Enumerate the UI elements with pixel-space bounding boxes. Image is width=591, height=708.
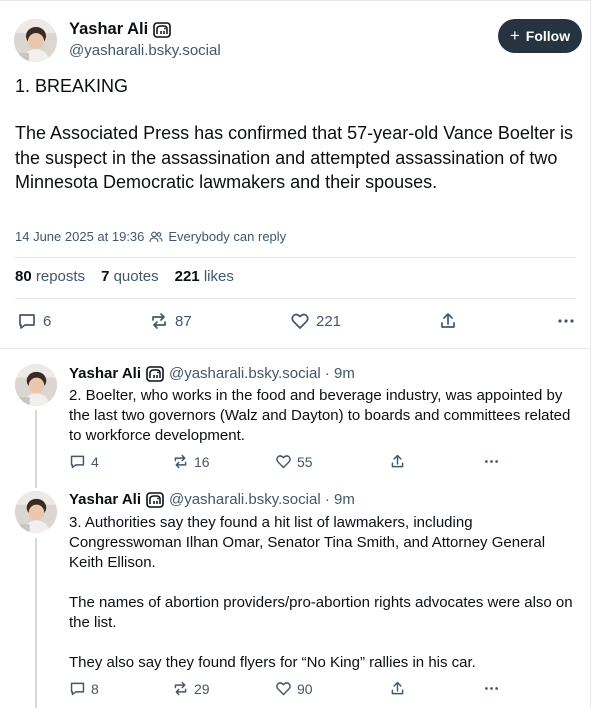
repost-button[interactable]: 29	[172, 680, 210, 697]
reply-bubble-icon	[70, 682, 85, 696]
reply-author-name[interactable]: Yashar Ali	[69, 491, 141, 508]
reply-paragraph: They also say they found flyers for “No …	[69, 654, 476, 671]
reply-text: 2. Boelter, who works in the food and be…	[69, 386, 579, 446]
thread-line	[35, 538, 37, 708]
reply-text: 3. Authorities say they found a hit list…	[69, 513, 579, 673]
share-button[interactable]	[389, 680, 406, 697]
avatar-photo	[15, 364, 57, 406]
reply-count: 4	[91, 453, 99, 470]
reposts-label: reposts	[35, 268, 86, 285]
post-actions: 6 87 221	[15, 311, 576, 335]
follow-button[interactable]: + Follow	[498, 19, 582, 53]
reply-paragraph: The names of abortion providers/pro-abor…	[69, 594, 573, 631]
more-button[interactable]	[556, 311, 576, 331]
divider	[15, 257, 576, 258]
plus-icon: +	[509, 26, 520, 45]
post-timestamp[interactable]: 14 June 2025 at 19:36	[15, 229, 144, 244]
repost-count: 16	[194, 453, 210, 470]
like-count: 221	[316, 312, 342, 330]
repost-arrows-icon	[174, 681, 187, 696]
share-icon	[441, 313, 455, 328]
repost-arrows-icon	[152, 313, 166, 329]
divider	[0, 348, 591, 349]
post-thread-view: Yashar Ali @yasharali.bsky.social + Foll…	[0, 0, 591, 708]
reply-bubble-icon	[70, 455, 85, 469]
repost-button[interactable]: 16	[172, 453, 210, 470]
more-button[interactable]	[483, 453, 500, 470]
reply-button[interactable]: 8	[69, 680, 99, 697]
repost-count: 87	[175, 312, 192, 330]
likes-stat[interactable]: 221 likes	[175, 268, 234, 285]
thread-line	[35, 410, 37, 488]
share-button[interactable]	[438, 311, 458, 331]
post-meta: 14 June 2025 at 19:36 Everybody can repl…	[15, 229, 286, 244]
like-count: 55	[297, 453, 313, 470]
more-dots-icon	[485, 687, 498, 690]
reply-setting[interactable]: Everybody can reply	[168, 229, 286, 244]
people-icon	[149, 231, 163, 242]
share-button[interactable]	[389, 453, 406, 470]
reply-actions: 8 29 90	[69, 680, 509, 700]
share-icon	[391, 454, 404, 468]
reply-author-handle[interactable]: @yasharali.bsky.social · 9m	[169, 491, 355, 508]
heart-icon	[276, 682, 291, 696]
author-name[interactable]: Yashar Ali	[69, 20, 171, 39]
reply-count: 6	[43, 312, 52, 330]
reply-button[interactable]: 4	[69, 453, 99, 470]
divider	[15, 298, 576, 299]
follow-button-label: Follow	[525, 28, 571, 44]
quotes-label: quotes	[113, 268, 159, 285]
likes-label: likes	[203, 268, 234, 285]
reply-author-name[interactable]: Yashar Ali	[69, 365, 141, 382]
reply-header: Yashar Ali @yasharali.bsky.social · 9m	[69, 491, 355, 508]
repost-arrows-icon	[174, 454, 187, 469]
reply-count: 8	[91, 680, 99, 697]
elephant-icon	[146, 491, 164, 508]
avatar-photo	[15, 491, 57, 533]
like-button[interactable]: 90	[275, 680, 313, 697]
like-count: 90	[297, 680, 313, 697]
share-icon	[391, 681, 404, 695]
reply-button[interactable]: 6	[17, 311, 51, 331]
reply-bubble-icon	[19, 314, 35, 329]
reposts-count: 80	[15, 268, 32, 285]
more-dots-icon	[558, 319, 574, 323]
reply-actions: 4 16 55	[69, 453, 509, 473]
author-name-text[interactable]: Yashar Ali	[69, 20, 148, 39]
repost-count: 29	[194, 680, 210, 697]
top-border	[0, 0, 591, 1]
reply-header: Yashar Ali @yasharali.bsky.social · 9m	[69, 365, 355, 382]
avatar[interactable]	[15, 491, 57, 533]
heart-icon	[291, 313, 309, 329]
more-dots-icon	[485, 460, 498, 463]
post-stats: 80 reposts 7 quotes 221 likes	[15, 268, 234, 285]
heart-icon	[276, 455, 291, 469]
elephant-icon	[146, 365, 164, 382]
repost-button[interactable]: 87	[149, 311, 192, 331]
elephant-icon	[153, 21, 171, 38]
like-button[interactable]: 221	[290, 311, 341, 331]
avatar[interactable]	[14, 19, 57, 62]
author-handle[interactable]: @yasharali.bsky.social	[69, 42, 221, 59]
post-text-body: The Associated Press has confirmed that …	[15, 123, 573, 192]
post-text-line1: 1. BREAKING	[15, 76, 129, 96]
reply-paragraph: 3. Authorities say they found a hit list…	[69, 514, 546, 571]
more-button[interactable]	[483, 680, 500, 697]
reposts-stat[interactable]: 80 reposts	[15, 268, 85, 285]
quotes-count: 7	[101, 268, 110, 285]
avatar-photo	[14, 19, 57, 62]
like-button[interactable]: 55	[275, 453, 313, 470]
reply-paragraph: 2. Boelter, who works in the food and be…	[69, 387, 571, 444]
likes-count: 221	[174, 268, 200, 285]
quotes-stat[interactable]: 7 quotes	[101, 268, 159, 285]
reply-author-handle[interactable]: @yasharali.bsky.social · 9m	[169, 365, 355, 382]
avatar[interactable]	[15, 364, 57, 406]
